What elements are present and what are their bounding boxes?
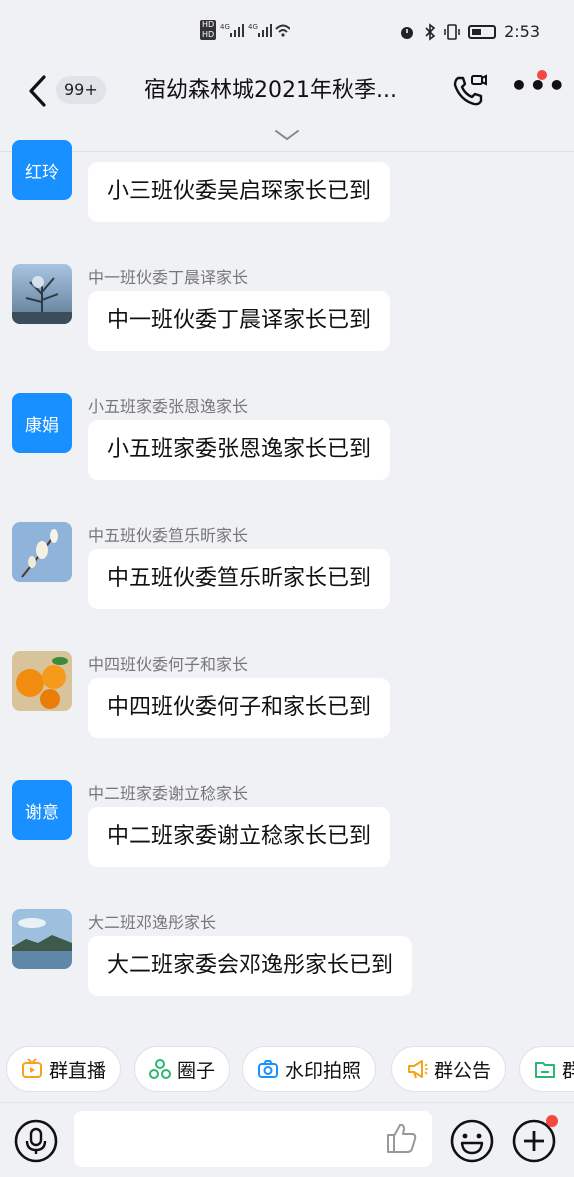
sender-name: 大二班邓逸彤家长 (88, 913, 217, 932)
quick-action-watermark-camera[interactable]: 水印拍照 (242, 1046, 377, 1092)
chat-header: 99+ 宿幼森林城2021年秋季... ••• (0, 66, 574, 152)
quick-action-files[interactable]: 群 (519, 1046, 574, 1092)
quick-action-label: 群直播 (49, 1059, 107, 1082)
oranges-photo-icon (12, 651, 72, 711)
quick-action-live[interactable]: 群直播 (6, 1046, 122, 1092)
unread-count-badge[interactable]: 99+ (56, 76, 106, 104)
status-bar: HD HD 4G 4G 2:53 (0, 0, 574, 66)
message-bubble[interactable]: 中四班伙委何子和家长已到 (88, 678, 391, 738)
back-button[interactable] (22, 74, 52, 108)
notification-dot (537, 70, 547, 80)
hd-badge-icon: HD HD (200, 20, 217, 40)
message-bubble[interactable]: 大二班家委会邓逸彤家长已到 (88, 936, 413, 996)
sender-name: 中五班伙委笪乐昕家长 (88, 526, 249, 545)
bluetooth-icon (425, 22, 436, 41)
circle-group-icon (149, 1059, 171, 1079)
status-right: 2:53 (398, 22, 540, 41)
lake-landscape-photo-icon (12, 909, 72, 969)
quick-action-announcement[interactable]: 群公告 (391, 1046, 507, 1092)
network-indicator: HD HD 4G 4G (200, 20, 291, 40)
call-video-icon[interactable] (450, 72, 488, 110)
signal-wifi-icon: 4G 4G (220, 23, 291, 37)
avatar[interactable]: 康娟 (12, 393, 72, 453)
battery-icon (468, 24, 497, 39)
notification-dot (546, 1115, 558, 1127)
sender-name: 小五班家委张恩逸家长 (88, 397, 249, 416)
avatar[interactable] (12, 909, 72, 969)
alarm-icon (401, 26, 414, 39)
quick-action-circle[interactable]: 圈子 (134, 1046, 231, 1092)
more-options-icon[interactable]: ••• (510, 72, 566, 106)
quick-action-label: 圈子 (177, 1059, 216, 1082)
avatar-label: 康娟 (25, 415, 59, 436)
svg-text:4G: 4G (248, 23, 258, 31)
avatar[interactable] (12, 264, 72, 324)
message-input[interactable] (74, 1111, 432, 1167)
quick-action-label: 群 (562, 1059, 574, 1082)
folder-icon (535, 1062, 555, 1078)
message-bubble[interactable]: 中五班伙委笪乐昕家长已到 (88, 549, 391, 609)
input-bar (0, 1102, 574, 1177)
magnolia-photo-icon (12, 522, 72, 582)
message-bubble[interactable]: 中一班伙委丁晨译家长已到 (88, 291, 391, 351)
message-bubble[interactable]: 小五班家委张恩逸家长已到 (88, 420, 391, 480)
megaphone-icon (408, 1060, 428, 1079)
avatar[interactable]: 谢意 (12, 780, 72, 840)
avatar-label: 红玲 (25, 162, 59, 183)
chevron-left-icon (29, 75, 46, 107)
winter-tree-photo-icon (12, 264, 72, 324)
avatar[interactable] (12, 522, 72, 582)
avatar[interactable]: 红玲 (12, 140, 72, 200)
thumbs-up-icon[interactable] (384, 1121, 418, 1155)
message-bubble[interactable]: 小三班伙委吴启琛家长已到 (88, 162, 391, 222)
svg-text:4G: 4G (220, 23, 230, 31)
emoji-icon[interactable] (450, 1119, 494, 1163)
voice-input-icon[interactable] (14, 1119, 58, 1163)
sender-name: 中四班伙委何子和家长 (88, 655, 249, 674)
quick-action-label: 水印拍照 (285, 1059, 362, 1082)
status-time: 2:53 (504, 22, 540, 41)
avatar-label: 谢意 (25, 802, 59, 823)
live-tv-icon (22, 1058, 42, 1078)
message-bubble[interactable]: 中二班家委谢立稔家长已到 (88, 807, 391, 867)
quick-actions-bar: 群直播 圈子 水印拍照 群公告 群 (0, 1040, 574, 1096)
sender-name: 中二班家委谢立稔家长 (88, 784, 249, 803)
camera-icon (258, 1060, 278, 1078)
chat-title[interactable]: 宿幼森林城2021年秋季... (144, 76, 424, 106)
chevron-down-icon[interactable] (274, 128, 300, 142)
sender-name: 中一班伙委丁晨译家长 (88, 268, 249, 287)
vibrate-icon (444, 23, 460, 40)
quick-action-label: 群公告 (434, 1059, 492, 1082)
avatar[interactable] (12, 651, 72, 711)
